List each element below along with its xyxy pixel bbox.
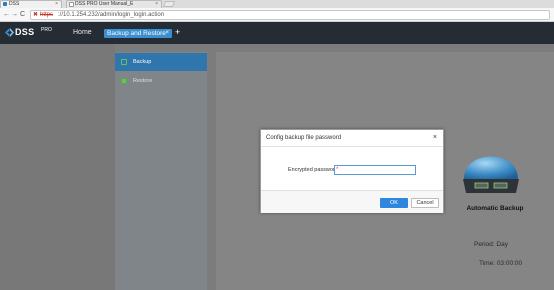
new-browser-tab-button[interactable] bbox=[162, 1, 176, 7]
brand-name: DSS bbox=[15, 27, 35, 37]
dialog-title: Config backup file password bbox=[266, 135, 342, 141]
browser-tab-dss[interactable]: DSS × bbox=[0, 0, 62, 8]
url-path: ://10.1.254.232/admin/login_login.action bbox=[58, 12, 165, 18]
browser-tab-label: DSS bbox=[9, 1, 20, 7]
browser-tab-label: DSS PRO User Manual_E bbox=[75, 1, 134, 7]
add-tab-button[interactable]: + bbox=[175, 28, 180, 37]
required-marker: * bbox=[336, 167, 339, 173]
browser-address-bar: ← → C ✖ https ://10.1.254.232/admin/logi… bbox=[0, 8, 554, 22]
browser-tab-manual[interactable]: DSS PRO User Manual_E × bbox=[66, 0, 162, 8]
reload-icon[interactable]: C bbox=[20, 11, 25, 18]
url-scheme: https bbox=[40, 12, 54, 18]
tab-label: Backup and Restore bbox=[107, 30, 166, 37]
document-icon bbox=[69, 2, 74, 7]
ok-button[interactable]: OK bbox=[380, 198, 408, 208]
brand-superscript: PRO bbox=[41, 27, 52, 33]
dss-logo-icon bbox=[5, 28, 14, 37]
close-icon[interactable]: × bbox=[155, 1, 158, 8]
divider bbox=[261, 146, 443, 147]
backup-device-icon bbox=[463, 156, 519, 193]
app-header: DSS PRO Home Backup and Restore × + bbox=[0, 22, 554, 44]
sidebar-item-restore[interactable]: Restore bbox=[115, 72, 207, 90]
tab-backup-and-restore[interactable]: Backup and Restore × bbox=[104, 29, 172, 38]
cancel-button[interactable]: Cancel bbox=[411, 198, 439, 208]
back-icon[interactable]: ← bbox=[3, 11, 10, 18]
browser-tab-strip: DSS × DSS PRO User Manual_E × bbox=[0, 0, 554, 8]
left-margin bbox=[0, 44, 115, 290]
insecure-lock-icon: ✖ bbox=[33, 12, 39, 18]
home-link[interactable]: Home bbox=[73, 29, 92, 37]
close-icon[interactable]: × bbox=[433, 134, 437, 141]
close-icon[interactable]: × bbox=[55, 1, 58, 8]
dss-favicon-icon bbox=[3, 2, 7, 6]
automatic-backup-title: Automatic Backup bbox=[466, 205, 524, 212]
time-value: Time: 03:00:00 bbox=[479, 260, 523, 267]
forward-icon[interactable]: → bbox=[11, 11, 18, 18]
sidebar-item-backup[interactable]: Backup bbox=[115, 53, 207, 71]
backup-password-dialog: Config backup file password × Encrypted … bbox=[260, 129, 444, 213]
encrypted-password-input[interactable] bbox=[334, 165, 416, 175]
sidebar-item-label: Backup bbox=[133, 59, 152, 65]
backup-icon bbox=[121, 59, 127, 65]
close-icon[interactable]: × bbox=[165, 29, 169, 38]
period-value: Period: Day bbox=[474, 241, 508, 248]
password-label: Encrypted password: bbox=[288, 167, 340, 173]
restore-icon bbox=[121, 78, 127, 84]
sidebar-item-label: Restore bbox=[133, 78, 153, 84]
url-input[interactable]: ✖ https ://10.1.254.232/admin/login_logi… bbox=[30, 10, 550, 20]
